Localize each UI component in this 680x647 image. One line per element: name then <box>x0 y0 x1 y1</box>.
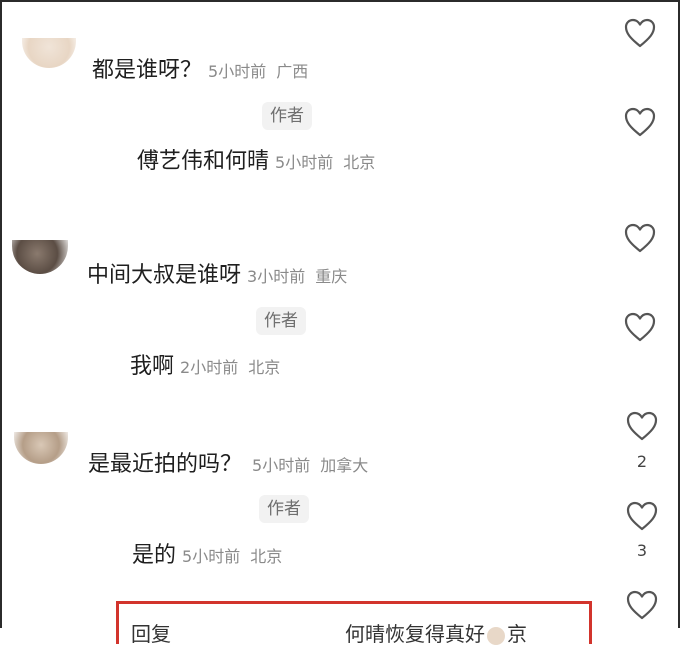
heart-outline-icon <box>626 411 658 441</box>
reply-suffix: 京 <box>507 622 527 646</box>
like-button[interactable] <box>625 411 659 441</box>
like-button[interactable] <box>623 223 657 253</box>
comment-time: 5小时前 <box>182 547 241 566</box>
comment-text: 中间大叔是谁呀 3小时前 重庆 <box>87 257 347 289</box>
reply-label: 回复 <box>131 622 171 646</box>
comment-location: 重庆 <box>315 267 348 286</box>
author-badge: 作者 <box>262 102 312 130</box>
comment-time: 3小时前 <box>247 267 306 286</box>
comment-body: 都是谁呀？ <box>92 58 203 83</box>
like-button[interactable] <box>623 107 657 137</box>
reply-avatar <box>487 626 505 645</box>
comment-location: 加拿大 <box>320 456 369 475</box>
heart-outline-icon <box>624 107 656 137</box>
like-button[interactable] <box>625 501 659 531</box>
comment-body: 傅艺伟和何晴 <box>137 149 270 174</box>
comment-body: 是的 <box>132 543 177 568</box>
comment-text: 是的 5小时前 北京 <box>132 537 282 569</box>
comment-text: 都是谁呀？ 5小时前 广西 <box>92 52 308 84</box>
author-badge: 作者 <box>259 495 309 523</box>
author-badge: 作者 <box>256 307 306 335</box>
comment-time: 5小时前 <box>208 62 267 81</box>
comment-text: 是最近拍的吗？ 5小时前 加拿大 <box>88 446 368 478</box>
comment-time: 5小时前 <box>252 456 311 475</box>
comment-body: 我啊 <box>130 354 175 379</box>
like-count: 3 <box>636 541 648 560</box>
reply-text: 何晴恢复得真好京 <box>345 618 527 647</box>
comment-time: 2小时前 <box>180 358 239 377</box>
comment-location: 北京 <box>250 547 283 566</box>
comment-location: 北京 <box>248 358 281 377</box>
comment-body: 中间大叔是谁呀 <box>87 263 242 288</box>
comment-text: 傅艺伟和何晴 5小时前 北京 <box>137 143 375 175</box>
like-count: 2 <box>636 452 648 471</box>
comment-time: 5小时前 <box>275 153 334 172</box>
heart-outline-icon <box>624 312 656 342</box>
like-button[interactable] <box>625 590 659 620</box>
heart-outline-icon <box>624 18 656 48</box>
screenshot-frame <box>0 0 680 628</box>
comment-text: 我啊 2小时前 北京 <box>130 348 280 380</box>
heart-outline-icon <box>624 223 656 253</box>
comment-location: 北京 <box>343 153 376 172</box>
like-button[interactable] <box>623 312 657 342</box>
reply-body: 何晴恢复得真好 <box>345 622 485 646</box>
like-button[interactable] <box>623 18 657 48</box>
comment-location: 广西 <box>276 62 309 81</box>
highlighted-reply-box: 回复 何晴恢复得真好京 <box>116 601 592 647</box>
heart-outline-icon <box>626 590 658 620</box>
heart-outline-icon <box>626 501 658 531</box>
comment-body: 是最近拍的吗？ <box>88 452 243 477</box>
